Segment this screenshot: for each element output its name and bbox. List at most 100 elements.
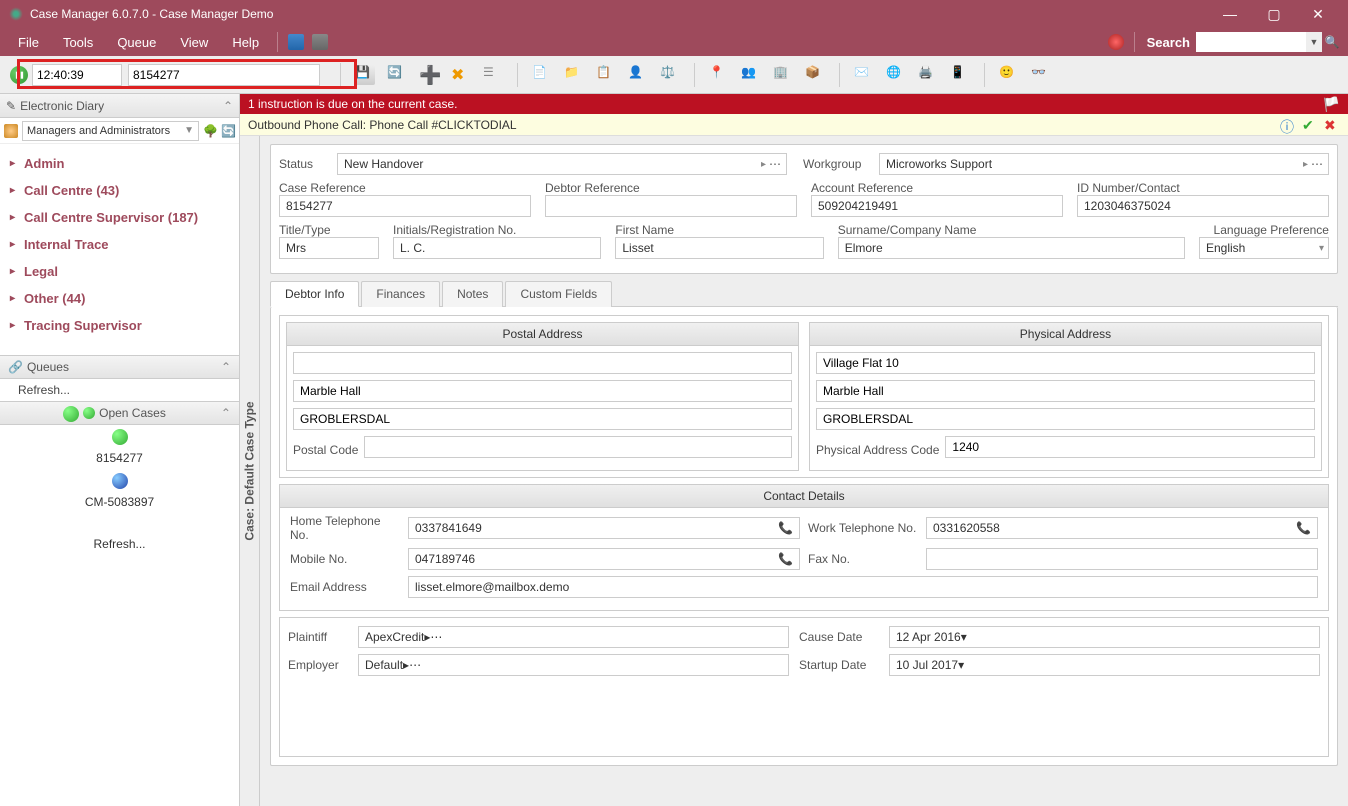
search-go-icon[interactable]: 🔍 bbox=[1322, 32, 1342, 52]
causedate-field[interactable]: 12 Apr 2016▾ bbox=[889, 626, 1320, 648]
user-icon[interactable]: 🙂 bbox=[999, 65, 1019, 85]
menu-icon-1[interactable] bbox=[288, 34, 304, 50]
close-button[interactable]: ✕ bbox=[1296, 0, 1340, 28]
initials-field[interactable]: L. C. bbox=[393, 237, 601, 259]
save-icon[interactable]: 💾 bbox=[355, 65, 375, 85]
info-icon[interactable]: ⓘ bbox=[1280, 117, 1296, 133]
folder-icon[interactable]: 📁 bbox=[564, 65, 584, 85]
open-case-item[interactable]: 8154277 bbox=[0, 447, 239, 469]
collapse-icon[interactable]: ⌃ bbox=[223, 99, 233, 113]
case-ball-icon[interactable] bbox=[112, 473, 128, 489]
firstname-field[interactable]: Lisset bbox=[615, 237, 823, 259]
accref-field[interactable]: 509204219491 bbox=[811, 195, 1063, 217]
pause-button[interactable] bbox=[10, 66, 28, 84]
reminder-icon[interactable] bbox=[1108, 34, 1124, 50]
list-icon[interactable]: ☰ bbox=[483, 65, 503, 85]
phone-icon[interactable]: 📱 bbox=[950, 65, 970, 85]
menu-view[interactable]: View bbox=[168, 31, 220, 54]
minimize-button[interactable]: — bbox=[1208, 0, 1252, 28]
tree-node[interactable]: ▸Admin bbox=[0, 150, 239, 177]
group-icon[interactable]: 👥 bbox=[741, 65, 761, 85]
search-input[interactable] bbox=[1196, 32, 1306, 52]
mobile-field[interactable]: 047189746📞 bbox=[408, 548, 800, 570]
stamp-icon[interactable]: 📍 bbox=[709, 65, 729, 85]
print-icon[interactable]: 🖨️ bbox=[918, 65, 938, 85]
fax-field[interactable] bbox=[926, 548, 1318, 570]
globe-icon[interactable]: 🌐 bbox=[886, 65, 906, 85]
alert-flag-icon[interactable]: 🏳️ bbox=[1323, 96, 1340, 113]
queues-refresh[interactable]: Refresh... bbox=[0, 379, 239, 401]
person-icon[interactable]: 👤 bbox=[628, 65, 648, 85]
physical-line2[interactable] bbox=[816, 380, 1315, 402]
tree-icon[interactable]: 🌳 bbox=[203, 124, 217, 138]
case-ball-icon[interactable] bbox=[112, 429, 128, 445]
phone-icon[interactable]: 📞 bbox=[778, 521, 793, 535]
check-icon[interactable]: ✔ bbox=[1302, 117, 1318, 133]
search-label: Search bbox=[1147, 35, 1190, 50]
tree-node[interactable]: ▸Other (44) bbox=[0, 285, 239, 312]
delete-icon[interactable]: ✖ bbox=[451, 65, 471, 85]
box-icon[interactable]: 📦 bbox=[805, 65, 825, 85]
postal-code-field[interactable] bbox=[364, 436, 792, 458]
menu-help[interactable]: Help bbox=[220, 31, 271, 54]
collapse-icon[interactable]: ⌃ bbox=[221, 360, 231, 374]
tree-node[interactable]: ▸Internal Trace bbox=[0, 231, 239, 258]
case-number-input[interactable] bbox=[128, 64, 320, 86]
doc-icon[interactable]: 📄 bbox=[532, 65, 552, 85]
menu-icon-2[interactable] bbox=[312, 34, 328, 50]
opencases-refresh[interactable]: Refresh... bbox=[0, 533, 239, 555]
cancel-icon[interactable]: ✖ bbox=[1324, 117, 1340, 133]
postal-line3[interactable] bbox=[293, 408, 792, 430]
tab-debtor-info[interactable]: Debtor Info bbox=[270, 281, 359, 307]
physical-line1[interactable] bbox=[816, 352, 1315, 374]
menu-file[interactable]: File bbox=[6, 31, 51, 54]
plaintiff-field[interactable]: ApexCredit▸⋯ bbox=[358, 626, 789, 648]
workgroup-field[interactable]: Microworks Support ▸⋯ bbox=[879, 153, 1329, 175]
refresh-icon[interactable]: 🔄 bbox=[387, 65, 407, 85]
email-field[interactable]: lisset.elmore@mailbox.demo bbox=[408, 576, 1318, 598]
tree-node[interactable]: ▸Tracing Supervisor bbox=[0, 312, 239, 339]
maximize-button[interactable]: ▢ bbox=[1252, 0, 1296, 28]
physical-line3[interactable] bbox=[816, 408, 1315, 430]
collapse-icon[interactable]: ⌃ bbox=[221, 406, 231, 420]
tab-custom[interactable]: Custom Fields bbox=[505, 281, 612, 307]
phone-icon[interactable]: 📞 bbox=[778, 552, 793, 566]
search-dropdown-icon[interactable]: ▼ bbox=[1306, 32, 1322, 52]
tree-node[interactable]: ▸Call Centre (43) bbox=[0, 177, 239, 204]
phone-icon[interactable]: 📞 bbox=[1296, 521, 1311, 535]
surname-field[interactable]: Elmore bbox=[838, 237, 1185, 259]
tab-notes[interactable]: Notes bbox=[442, 281, 503, 307]
tree-node[interactable]: ▸Call Centre Supervisor (187) bbox=[0, 204, 239, 231]
employer-field[interactable]: Default▸⋯ bbox=[358, 654, 789, 676]
postal-line2[interactable] bbox=[293, 380, 792, 402]
building-icon[interactable]: 🏢 bbox=[773, 65, 793, 85]
menu-tools[interactable]: Tools bbox=[51, 31, 105, 54]
refresh-small-icon[interactable]: 🔄 bbox=[221, 124, 235, 138]
menu-queue[interactable]: Queue bbox=[105, 31, 168, 54]
time-input[interactable] bbox=[32, 64, 122, 86]
note-icon[interactable]: 📋 bbox=[596, 65, 616, 85]
diary-panel-header[interactable]: ✎ Electronic Diary ⌃ bbox=[0, 94, 239, 118]
startup-field[interactable]: 10 Jul 2017▾ bbox=[889, 654, 1320, 676]
tree-node[interactable]: ▸Legal bbox=[0, 258, 239, 285]
caseref-field[interactable]: 8154277 bbox=[279, 195, 531, 217]
tab-finances[interactable]: Finances bbox=[361, 281, 440, 307]
postal-line1[interactable] bbox=[293, 352, 792, 374]
case-type-strip[interactable]: Case: Default Case Type bbox=[240, 136, 260, 806]
debtorref-field[interactable] bbox=[545, 195, 797, 217]
gavel-icon[interactable]: ⚖️ bbox=[660, 65, 680, 85]
status-field[interactable]: New Handover ▸⋯ bbox=[337, 153, 787, 175]
idno-field[interactable]: 1203046375024 bbox=[1077, 195, 1329, 217]
opencases-header[interactable]: Open Cases ⌃ bbox=[0, 401, 239, 425]
lang-field[interactable]: English▾ bbox=[1199, 237, 1329, 259]
add-icon[interactable]: ➕ bbox=[419, 65, 439, 85]
work-tel-field[interactable]: 0331620558📞 bbox=[926, 517, 1318, 539]
home-tel-field[interactable]: 0337841649📞 bbox=[408, 517, 800, 539]
title-field[interactable]: Mrs bbox=[279, 237, 379, 259]
physical-code-field[interactable] bbox=[945, 436, 1315, 458]
mail-icon[interactable]: ✉️ bbox=[854, 65, 874, 85]
queues-header[interactable]: 🔗 Queues ⌃ bbox=[0, 355, 239, 379]
filter-combo[interactable]: Managers and Administrators ▼ bbox=[22, 121, 199, 141]
open-case-item[interactable]: CM-5083897 bbox=[0, 491, 239, 513]
glasses-icon[interactable]: 👓 bbox=[1031, 65, 1051, 85]
